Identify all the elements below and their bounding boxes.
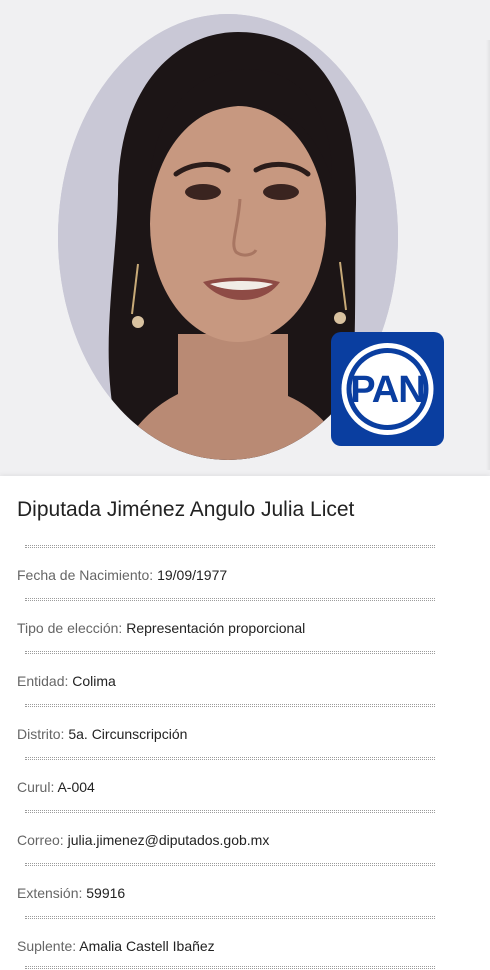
field-label: Entidad: — [17, 673, 73, 689]
profile-page: PAN Diputada Jiménez Angulo Julia Licet … — [0, 0, 490, 970]
field-value: Amalia Castell Ibañez — [79, 938, 215, 954]
field-value: Representación proporcional — [126, 620, 306, 636]
field-extension: Extensión: 59916 — [17, 884, 477, 902]
field-substitute: Suplente: Amalia Castell Ibañez — [17, 937, 477, 955]
separator — [25, 598, 435, 601]
field-value: julia.jimenez@diputados.gob.mx — [67, 832, 270, 848]
separator — [25, 704, 435, 707]
field-election-type: Tipo de elección: Representación proporc… — [17, 619, 477, 637]
field-value: 59916 — [86, 885, 126, 901]
profile-info-card: Diputada Jiménez Angulo Julia Licet Fech… — [0, 476, 490, 970]
separator — [25, 966, 435, 969]
separator — [25, 651, 435, 654]
separator — [25, 545, 435, 548]
separator — [25, 916, 435, 919]
field-district: Distrito: 5a. Circunscripción — [17, 725, 477, 743]
field-label: Tipo de elección: — [17, 620, 127, 636]
party-logo-text: PAN — [350, 369, 425, 411]
field-label: Curul: — [17, 779, 58, 795]
separator — [25, 863, 435, 866]
separator — [25, 810, 435, 813]
deputy-name-title: Diputada Jiménez Angulo Julia Licet — [17, 498, 355, 521]
field-label: Correo: — [17, 832, 68, 848]
party-logo: PAN — [331, 332, 444, 446]
field-birth-date: Fecha de Nacimiento: 19/09/1977 — [17, 566, 477, 584]
separator — [25, 757, 435, 760]
field-label: Fecha de Nacimiento: — [17, 567, 158, 583]
field-label: Suplente: — [17, 938, 80, 954]
field-value: 5a. Circunscripción — [68, 726, 188, 742]
field-seat: Curul: A-004 — [17, 778, 477, 796]
field-value: 19/09/1977 — [157, 567, 228, 583]
field-label: Extensión: — [17, 885, 87, 901]
photo-header: PAN — [0, 0, 490, 476]
field-email: Correo: julia.jimenez@diputados.gob.mx — [17, 831, 477, 849]
field-value: A-004 — [57, 779, 95, 795]
field-label: Distrito: — [17, 726, 69, 742]
field-value: Colima — [72, 673, 116, 689]
field-state: Entidad: Colima — [17, 672, 477, 690]
